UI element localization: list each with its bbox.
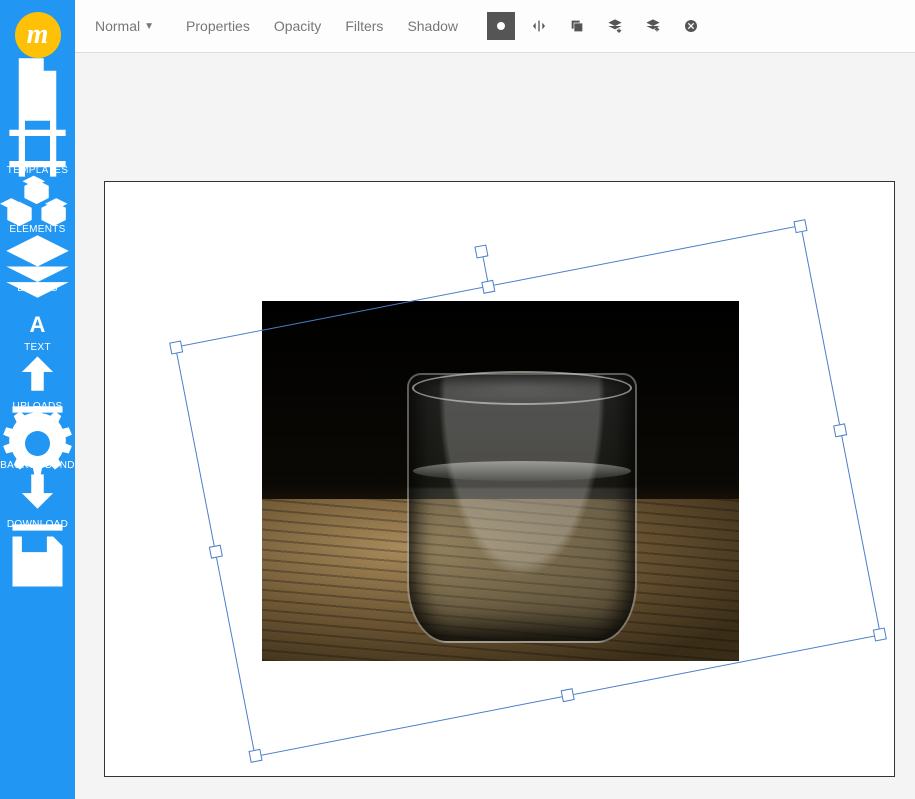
gear-icon bbox=[0, 430, 75, 456]
resize-handle-w[interactable] bbox=[209, 545, 223, 559]
sidebar-item-save[interactable]: SAVE bbox=[0, 548, 75, 589]
resize-handle-se[interactable] bbox=[873, 627, 887, 641]
text-icon: A bbox=[0, 312, 75, 338]
frame-icon bbox=[0, 135, 75, 161]
upload-icon bbox=[0, 371, 75, 397]
blend-mode-label: Normal bbox=[95, 18, 140, 34]
opacity-button[interactable]: Opacity bbox=[266, 12, 329, 40]
sidebar: m NEW TEMPLATES ELEMENTS LAYERS A TEXT U… bbox=[0, 0, 75, 799]
resize-handle-s[interactable] bbox=[561, 688, 575, 702]
layer-up-button[interactable] bbox=[639, 12, 667, 40]
blend-mode-dropdown[interactable]: Normal ▼ bbox=[87, 12, 162, 40]
cubes-icon bbox=[0, 194, 75, 220]
file-icon bbox=[0, 76, 75, 102]
caret-down-icon: ▼ bbox=[144, 21, 154, 32]
flip-button[interactable] bbox=[525, 12, 553, 40]
layer-down-button[interactable] bbox=[601, 12, 629, 40]
resize-handle-ne[interactable] bbox=[793, 219, 807, 233]
sidebar-item-layers[interactable]: LAYERS bbox=[0, 253, 75, 294]
rotate-handle[interactable] bbox=[474, 244, 488, 258]
duplicate-button[interactable] bbox=[563, 12, 591, 40]
layers-icon bbox=[0, 253, 75, 279]
download-icon bbox=[0, 489, 75, 515]
resize-handle-e[interactable] bbox=[833, 423, 847, 437]
resize-handle-n[interactable] bbox=[481, 280, 495, 294]
resize-handle-sw[interactable] bbox=[248, 749, 262, 763]
resize-handle-nw[interactable] bbox=[169, 340, 183, 354]
save-icon bbox=[0, 548, 75, 574]
logo-glyph: m bbox=[27, 19, 49, 51]
toolbar: Normal ▼ Properties Opacity Filters Shad… bbox=[75, 0, 915, 53]
shadow-button[interactable]: Shadow bbox=[399, 12, 466, 40]
filters-button[interactable]: Filters bbox=[337, 12, 391, 40]
color-fill-button[interactable] bbox=[487, 12, 515, 40]
properties-button[interactable]: Properties bbox=[178, 12, 258, 40]
delete-button[interactable] bbox=[677, 12, 705, 40]
workspace[interactable] bbox=[75, 53, 915, 799]
